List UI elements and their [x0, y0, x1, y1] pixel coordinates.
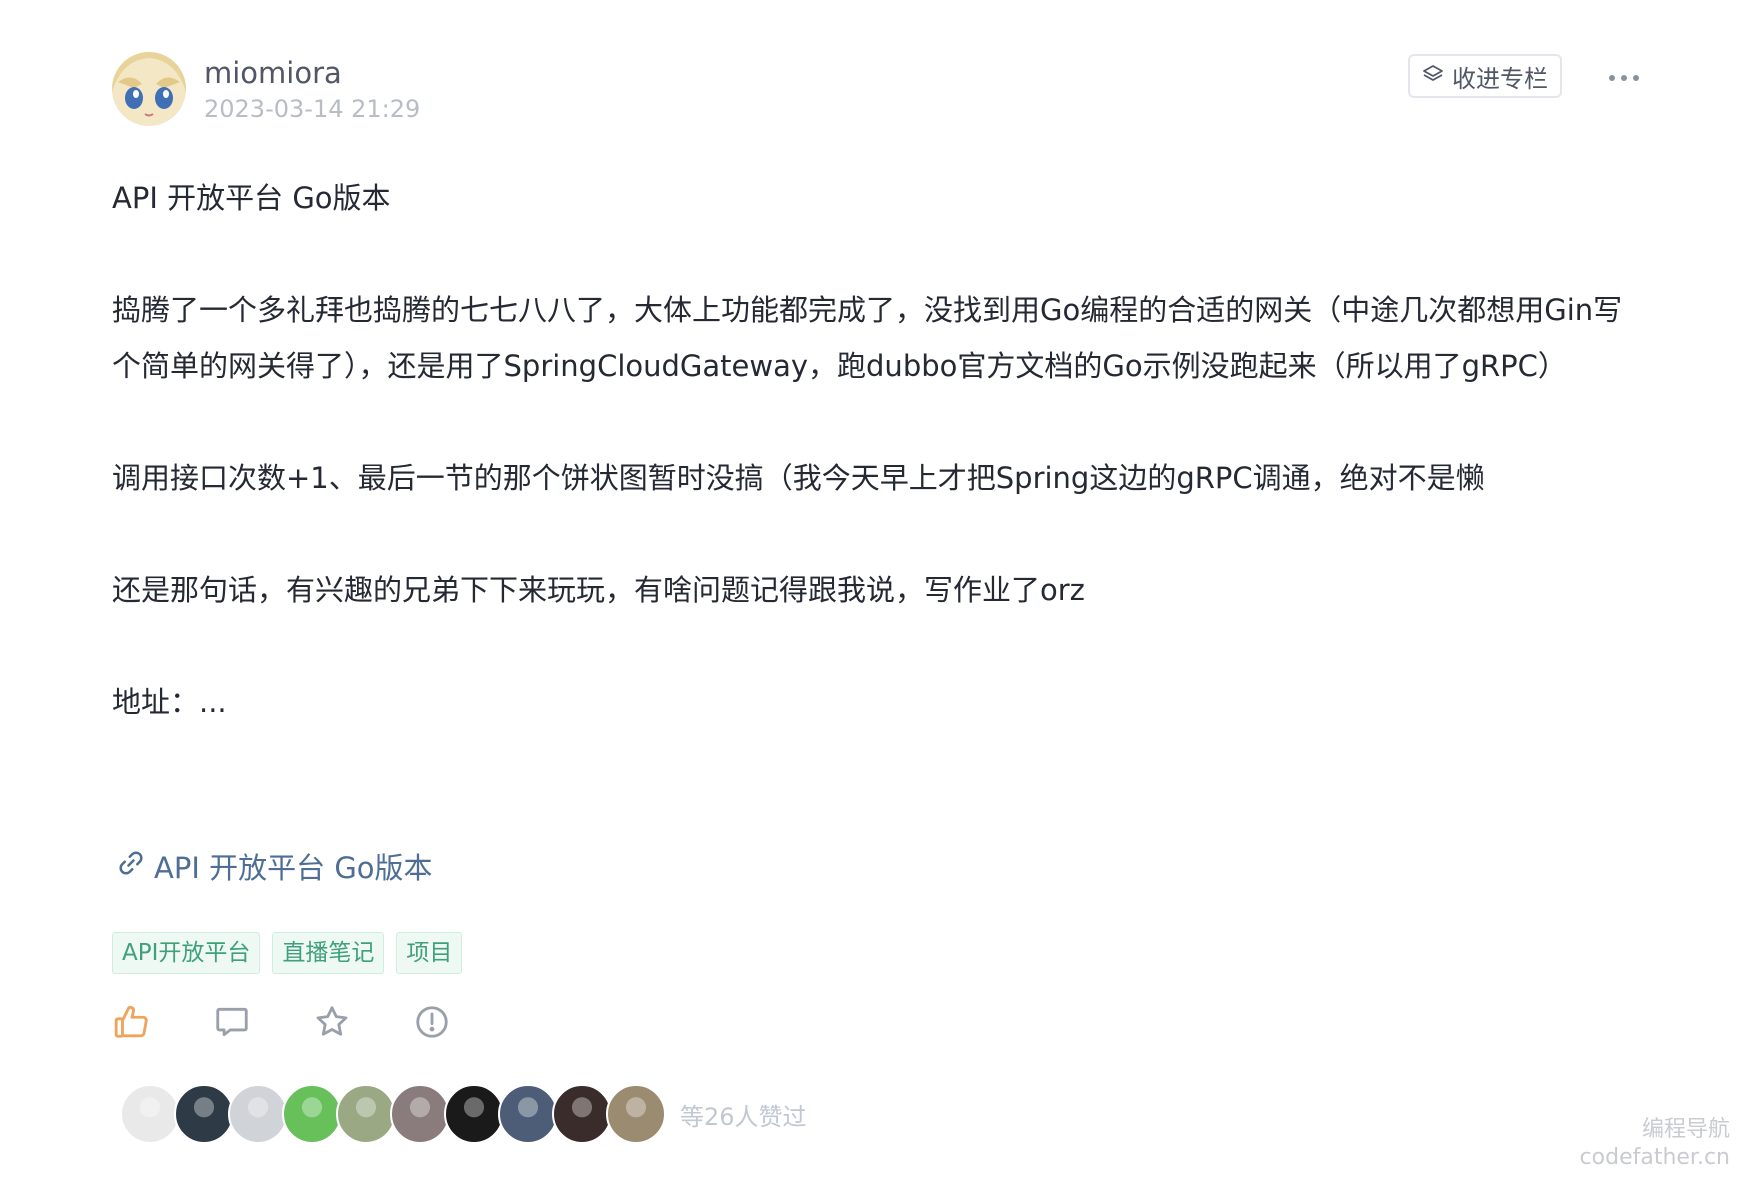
- star-icon: [313, 1003, 351, 1045]
- report-button[interactable]: [412, 1004, 452, 1044]
- post-paragraph: 捣腾了一个多礼拜也捣腾的七七八八了，大体上功能都完成了，没找到用Go编程的合适的…: [112, 293, 1623, 383]
- author-avatar[interactable]: [112, 52, 186, 126]
- post-header: miomiora 2023-03-14 21:29 收进专栏: [112, 52, 1639, 134]
- more-dots-icon: [1608, 67, 1640, 86]
- post-title: API 开放平台 Go版本: [112, 181, 391, 215]
- comment-button[interactable]: [212, 1004, 252, 1044]
- thumbs-up-icon: [113, 1003, 151, 1045]
- liker-avatar[interactable]: [552, 1084, 612, 1144]
- post-paragraph: 地址：...: [112, 685, 227, 719]
- collect-to-column-button[interactable]: 收进专栏: [1408, 54, 1562, 98]
- author-name[interactable]: miomiora: [204, 56, 342, 90]
- liker-avatar[interactable]: [444, 1084, 504, 1144]
- liker-avatar[interactable]: [336, 1084, 396, 1144]
- liker-avatar[interactable]: [174, 1084, 234, 1144]
- liker-avatar[interactable]: [282, 1084, 342, 1144]
- alert-icon: [413, 1003, 451, 1045]
- post-paragraph: 还是那句话，有兴趣的兄弟下下来玩玩，有啥问题记得跟我说，写作业了orz: [112, 573, 1085, 607]
- watermark: 编程导航 codefather.cn: [1580, 1116, 1730, 1172]
- liker-list: 等26人赞过: [120, 1084, 807, 1144]
- like-button[interactable]: [112, 1004, 152, 1044]
- liker-avatar[interactable]: [498, 1084, 558, 1144]
- watermark-line: 编程导航: [1641, 1117, 1730, 1142]
- link-icon: [116, 846, 146, 890]
- post-paragraph: 调用接口次数+1、最后一节的那个饼状图暂时没搞（我今天早上才把Spring这边的…: [112, 461, 1485, 495]
- liker-avatar[interactable]: [120, 1084, 180, 1144]
- comment-icon: [213, 1003, 251, 1045]
- post-card: miomiora 2023-03-14 21:29 收进专栏 API 开放平台 …: [112, 52, 1639, 1144]
- project-link[interactable]: API 开放平台 Go版本: [116, 846, 433, 890]
- liker-avatar[interactable]: [228, 1084, 288, 1144]
- tag-item[interactable]: 直播笔记: [272, 932, 385, 974]
- action-bar: [112, 1004, 452, 1044]
- collect-icon: [1422, 62, 1444, 90]
- liker-avatar[interactable]: [606, 1084, 666, 1144]
- more-options-button[interactable]: [1600, 62, 1648, 90]
- project-link-label: API 开放平台 Go版本: [154, 851, 433, 885]
- liker-avatar[interactable]: [390, 1084, 450, 1144]
- post-content: API 开放平台 Go版本 捣腾了一个多礼拜也捣腾的七七八八了，大体上功能都完成…: [112, 170, 1632, 786]
- collect-button-label: 收进专栏: [1452, 64, 1548, 93]
- tag-item[interactable]: API开放平台: [112, 932, 261, 974]
- watermark-line: codefather.cn: [1579, 1145, 1730, 1170]
- like-count-text[interactable]: 等26人赞过: [680, 1097, 807, 1132]
- favorite-button[interactable]: [312, 1004, 352, 1044]
- post-timestamp: 2023-03-14 21:29: [204, 95, 421, 123]
- tag-item[interactable]: 项目: [396, 932, 463, 974]
- tag-list: API开放平台 直播笔记 项目: [112, 932, 463, 974]
